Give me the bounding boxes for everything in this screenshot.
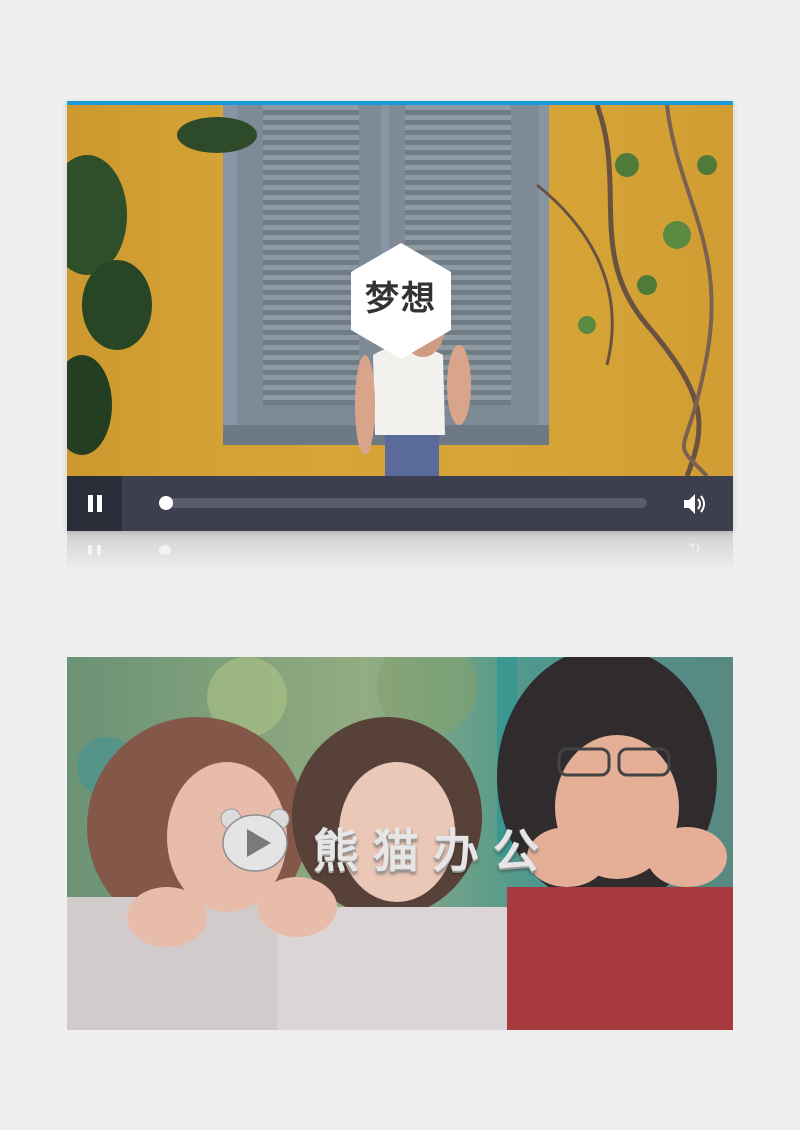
reflection-mark	[88, 545, 92, 555]
hexagon-title-badge: 梦想	[347, 241, 455, 361]
pause-icon	[88, 495, 93, 512]
banner-frame: 熊猫办公	[67, 657, 733, 1030]
reflection-mark	[159, 545, 171, 555]
pause-button[interactable]	[67, 476, 122, 531]
hexagon-title-text: 梦想	[365, 279, 437, 319]
brand-name: 熊猫办公	[313, 824, 553, 878]
progress-bar[interactable]	[159, 496, 647, 510]
player-reflection	[67, 531, 733, 571]
progress-handle[interactable]	[159, 496, 173, 510]
volume-icon	[684, 494, 705, 514]
volume-button[interactable]	[681, 490, 709, 518]
video-frame[interactable]: 梦想	[67, 105, 733, 476]
reflection-mark	[97, 545, 101, 555]
pause-icon-bar	[97, 495, 102, 512]
brand-logo: 熊猫办公	[219, 807, 579, 878]
reflection-volume-icon	[683, 543, 700, 554]
panda-play-icon	[220, 808, 290, 872]
video-player: 梦想	[67, 101, 733, 531]
player-controls	[67, 476, 733, 531]
